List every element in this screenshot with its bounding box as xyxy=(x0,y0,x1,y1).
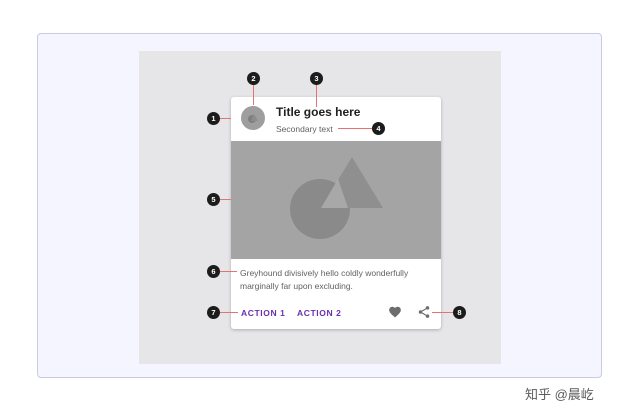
leader-line xyxy=(220,118,231,119)
card: Title goes here Secondary text Greyhound… xyxy=(231,97,441,329)
watermark: 知乎 @晨屹 xyxy=(525,387,594,402)
leader-line xyxy=(220,199,231,200)
action-1-button[interactable]: ACTION 1 xyxy=(241,308,285,318)
callout-marker-2: 2 xyxy=(247,72,260,85)
leader-line xyxy=(253,85,254,105)
media-placeholder-icon xyxy=(290,157,383,239)
leader-line xyxy=(432,312,453,313)
leader-line xyxy=(220,312,238,313)
callout-marker-4: 4 xyxy=(372,122,385,135)
card-title: Title goes here xyxy=(276,105,361,119)
callout-marker-7: 7 xyxy=(207,306,220,319)
callout-marker-3: 3 xyxy=(310,72,323,85)
callout-marker-6: 6 xyxy=(207,265,220,278)
card-supporting-text: Greyhound divisively hello coldly wonder… xyxy=(240,268,409,291)
leader-line xyxy=(316,85,317,107)
callout-marker-1: 1 xyxy=(207,112,220,125)
action-2-button[interactable]: ACTION 2 xyxy=(297,308,341,318)
avatar xyxy=(241,106,265,130)
card-secondary-text: Secondary text xyxy=(276,124,333,134)
callout-marker-5: 5 xyxy=(207,193,220,206)
favorite-button[interactable] xyxy=(388,305,402,319)
leader-line xyxy=(338,128,373,129)
callout-marker-8: 8 xyxy=(453,306,466,319)
card-media xyxy=(231,141,441,259)
leader-line xyxy=(220,271,237,272)
heart-icon xyxy=(389,306,401,318)
share-button[interactable] xyxy=(417,305,431,319)
avatar-icon xyxy=(248,114,258,123)
share-icon xyxy=(418,306,430,318)
